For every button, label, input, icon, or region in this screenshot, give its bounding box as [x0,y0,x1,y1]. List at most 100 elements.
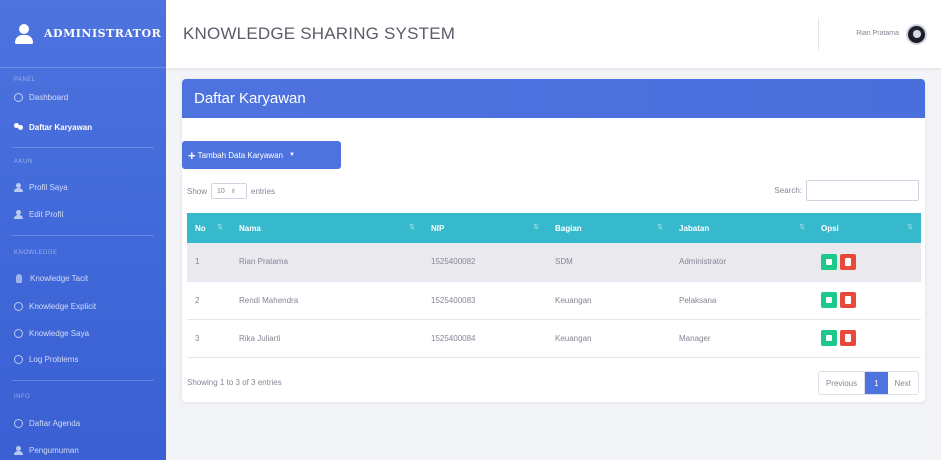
sidebar-brand[interactable]: ADMINISTRATOR [0,0,166,68]
cell-jabatan: Administrator [671,243,813,282]
sort-icon: ⇅ [217,224,223,231]
bulb-icon [16,274,22,283]
sidebar-item-profil-saya[interactable]: Profil Saya [0,183,68,192]
edit-button[interactable] [821,292,837,308]
column-header-opsi[interactable]: Opsi ⇅ [813,213,921,243]
pagination: Previous 1 Next [817,371,919,395]
cell-nip: 1525400082 [423,243,547,282]
section-heading-akun: Akun [14,159,33,165]
cell-nama: Rendi Mahendra [231,281,423,320]
next-page-button[interactable]: Next [888,372,918,394]
edit-button[interactable] [821,253,837,270]
search-control: Search: [774,180,919,201]
cell-no: 2 [187,281,231,320]
cell-nip: 1525400083 [423,281,547,320]
person-edit-icon [14,210,23,219]
sidebar-item-label: Knowledge Saya [29,329,90,338]
user-name[interactable]: Rian Pratama [856,30,899,37]
table-row: 1 Rian Pratama 1525400082 SDM Administra… [187,243,921,282]
cell-jabatan: Pelaksana [671,281,813,320]
avatar[interactable] [906,24,927,45]
cell-nip: 1525400084 [423,319,547,358]
app-title: KNOWLEDGE SHARING SYSTEM [183,24,456,43]
sidebar-item-label: Log Problems [29,355,79,364]
sidebar-item-pengumuman[interactable]: Pengumuman [0,446,79,455]
caret-down-icon: ▼ [288,152,295,158]
updown-icon: ⇕ [230,188,236,195]
sort-icon: ⇅ [799,224,805,231]
section-heading-knowledge: Knowledge [14,250,58,256]
page-title: Daftar Karyawan [194,90,306,107]
sidebar-item-log-problems[interactable]: Log Problems [0,355,78,364]
sort-icon: ⇅ [533,224,539,231]
cell-nama: Rian Pratama [231,243,423,282]
card-header: Daftar Karyawan [182,79,925,118]
bulb-outline-icon [14,302,23,311]
delete-button[interactable] [840,292,856,308]
table-header-row: No ⇅ Nama ⇅ NIP ⇅ Bagian ⇅ Jabatan ⇅ Opsi ⇅ [187,213,921,243]
delete-button[interactable] [840,253,856,270]
entries-label: entries [251,186,276,196]
sidebar-item-label: Profil Saya [29,183,68,192]
column-header-nip[interactable]: NIP ⇅ [423,213,547,243]
edit-button[interactable] [821,330,837,346]
gauge-icon [14,93,23,102]
bell-icon [14,446,23,455]
users-icon [14,123,23,132]
user-icon [14,23,34,44]
entries-length-control: Show 10 ⇕ entries [187,183,275,199]
sidebar-item-label: Dashboard [29,93,69,102]
book-icon [14,329,23,338]
add-employee-label: Tambah Data Karyawan [197,150,283,160]
topbar-divider [818,18,819,50]
plus-icon: + [188,147,196,163]
sidebar-divider [12,380,154,381]
sidebar-item-label: Daftar Agenda [29,419,81,428]
show-label: Show [187,186,208,196]
cell-bagian: Keuangan [547,281,671,320]
entries-select-value: 10 [217,187,225,195]
sidebar-item-daftar-karyawan[interactable]: Daftar Karyawan [0,123,92,132]
previous-page-button[interactable]: Previous [819,372,866,394]
sidebar-divider [12,147,154,148]
column-header-no[interactable]: No ⇅ [187,213,231,243]
section-heading-panel: Panel [14,77,36,83]
add-employee-button[interactable]: + Tambah Data Karyawan ▼ [182,141,341,169]
sidebar-item-knowledge-explicit[interactable]: Knowledge Explicit [0,302,96,311]
sidebar-item-edit-profil[interactable]: Edit Profil [0,210,63,219]
entries-select[interactable]: 10 ⇕ [211,183,248,199]
cell-nama: Rika Juliarti [231,319,423,358]
cell-no: 1 [187,243,231,282]
sidebar-item-label: Pengumuman [29,446,79,455]
brand-label: ADMINISTRATOR [44,27,162,40]
table-row: 3 Rika Juliarti 1525400084 Keuangan Mana… [187,319,921,358]
sidebar-item-daftar-agenda[interactable]: Daftar Agenda [0,419,80,428]
table-row: 2 Rendi Mahendra 1525400083 Keuangan Pel… [187,281,921,320]
calendar-icon [14,419,23,428]
sort-icon: ⇅ [907,224,913,231]
cell-jabatan: Manager [671,319,813,358]
column-header-bagian[interactable]: Bagian ⇅ [547,213,671,243]
sidebar-item-knowledge-tacit[interactable]: Knowledge Tacit [0,274,88,283]
employee-table: No ⇅ Nama ⇅ NIP ⇅ Bagian ⇅ Jabatan ⇅ Opsi ⇅ 1 … [187,213,921,358]
sidebar: ADMINISTRATOR Panel Dashboard Daftar Kar… [0,0,166,460]
cell-bagian: SDM [547,243,671,282]
cell-opsi [813,243,921,282]
cell-opsi [813,319,921,358]
sidebar-item-label: Edit Profil [29,210,64,219]
topbar: KNOWLEDGE SHARING SYSTEM Rian Pratama [166,0,941,68]
section-heading-info: Info [14,394,31,400]
delete-button[interactable] [840,330,856,346]
person-icon [14,183,23,192]
search-input[interactable] [806,180,919,201]
page-1-button[interactable]: 1 [865,372,888,394]
sidebar-item-knowledge-saya[interactable]: Knowledge Saya [0,329,89,338]
column-header-nama[interactable]: Nama ⇅ [231,213,423,243]
sidebar-item-dashboard[interactable]: Dashboard [0,93,68,102]
employee-card: Daftar Karyawan + Tambah Data Karyawan ▼… [182,79,925,402]
cell-bagian: Keuangan [547,319,671,358]
cell-opsi [813,281,921,320]
cell-no: 3 [187,319,231,358]
column-header-jabatan[interactable]: Jabatan ⇅ [671,213,813,243]
sidebar-item-label: Knowledge Explicit [29,302,97,311]
